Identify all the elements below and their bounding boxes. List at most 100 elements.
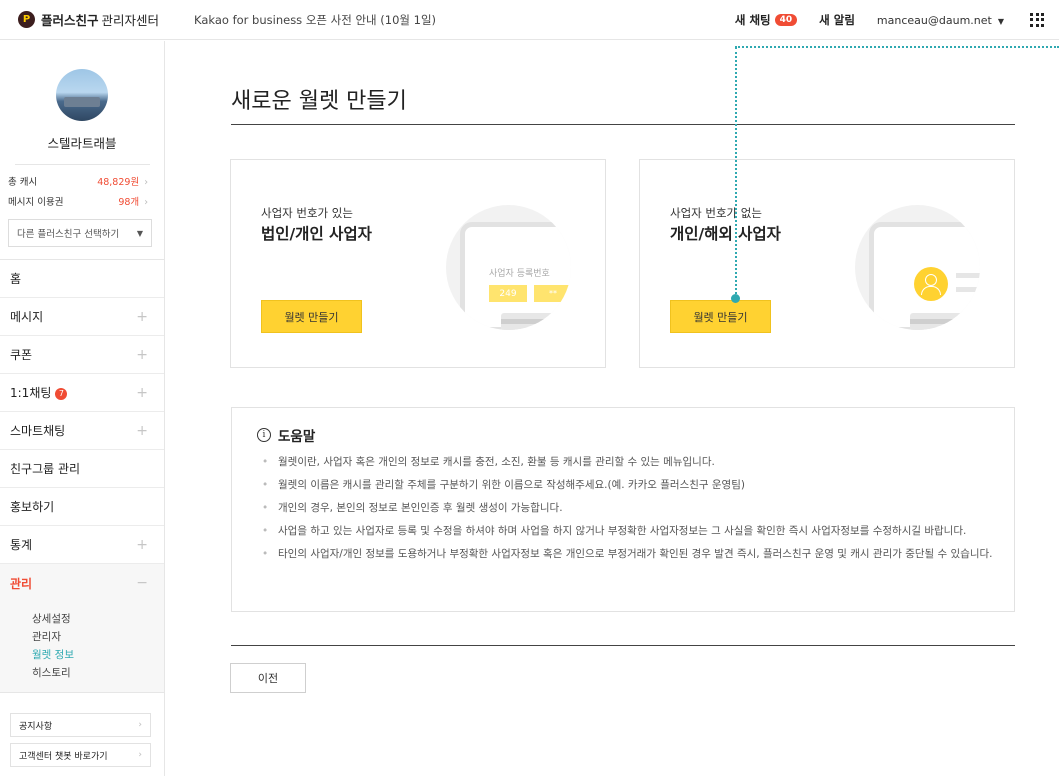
profile: 스텔라트래블	[0, 41, 164, 152]
sidebar-item-label: 관리	[10, 576, 33, 591]
guide-connector-dot	[731, 294, 740, 303]
minus-icon: −	[136, 575, 148, 591]
sidebar-item-label: 친구그룹 관리	[10, 462, 81, 476]
sidebar: 스텔라트래블 총 캐시 48,829원 › 메시지 이용권 98개 › 다른 플러스…	[0, 41, 165, 776]
link-label: 공지사항	[19, 721, 53, 732]
business-registration-illustration-icon: 사업자 등록번호 249 ** ₩	[446, 205, 571, 330]
sidebar-item-label: 스마트채팅	[10, 424, 66, 438]
page-title: 새로운 월렛 만들기	[231, 89, 407, 114]
submenu-item-detail-settings[interactable]: 상세설정	[32, 610, 164, 628]
wallet-type-card-business: 사업자 번호가 있는 법인/개인 사업자 월렛 만들기 사업자 등록번호 249…	[230, 159, 606, 368]
friend-select-label: 다른 플러스친구 선택하기	[17, 229, 120, 240]
avatar[interactable]	[56, 69, 108, 121]
new-chat-label: 새 채팅	[734, 13, 771, 27]
chevron-right-icon: ›	[144, 177, 148, 188]
plus-icon: +	[136, 308, 148, 325]
manage-submenu: 상세설정 관리자 월렛 정보 히스토리	[0, 602, 164, 693]
sidebar-item-label: 홈	[10, 272, 22, 286]
stat-label: 총 캐시	[8, 177, 38, 188]
help-item: 월렛이란, 사업자 혹은 개인의 정보로 캐시를 충전, 소진, 환불 등 캐시…	[262, 454, 1002, 470]
sidebar-item-chat[interactable]: 1:1채팅 7 +	[0, 374, 164, 412]
device-frame: ₩	[869, 222, 980, 330]
submenu-item-history[interactable]: 히스토리	[32, 664, 164, 682]
help-header: i 도움말	[257, 425, 315, 445]
new-chat-link[interactable]: 새 채팅 40	[734, 12, 798, 28]
plus-icon: +	[136, 422, 148, 439]
guide-connector-line	[735, 47, 737, 298]
stat-label: 메시지 이용권	[8, 197, 64, 208]
text-line	[956, 287, 980, 292]
sidebar-item-label: 통계	[10, 538, 33, 552]
sidebar-item-friend-group[interactable]: 친구그룹 관리	[0, 450, 164, 488]
brand-name: 플러스친구	[41, 13, 99, 28]
new-alert-link[interactable]: 새 알림	[819, 12, 855, 28]
header-actions: 새 채팅 40 새 알림 manceau@daum.net ▼	[735, 0, 1045, 40]
account-menu[interactable]: manceau@daum.net ▼	[877, 14, 1004, 27]
wallet-type-card-individual: 사업자 번호가 없는 개인/해외 사업자 월렛 만들기 ₩	[639, 159, 1015, 368]
help-title: 도움말	[278, 429, 316, 445]
chevron-right-icon: ›	[138, 720, 142, 730]
guide-connector-line	[735, 46, 1059, 48]
card-subtitle: 사업자 번호가 있는	[261, 206, 353, 220]
device-frame: 사업자 등록번호 249 ** ₩	[460, 222, 571, 330]
sidebar-item-stats[interactable]: 통계 +	[0, 526, 164, 564]
link-label: 고객센터 챗봇 바로가기	[19, 751, 108, 762]
caret-down-icon: ▼	[997, 16, 1004, 26]
text-line	[956, 273, 980, 278]
sidebar-item-label: 쿠폰	[10, 348, 33, 362]
chevron-right-icon: ›	[138, 750, 142, 760]
sidebar-links: 공지사항 › 고객센터 챗봇 바로가기 ›	[10, 713, 151, 767]
account-email: manceau@daum.net	[876, 13, 992, 27]
art-number-field: **	[534, 285, 571, 302]
notice-link[interactable]: Kakao for business 오픈 사전 안내 (10월 1일)	[194, 12, 436, 28]
plus-icon: +	[136, 384, 148, 401]
sidebar-menu: 홈 메시지 + 쿠폰 + 1:1채팅 7 + 스마트채팅 + 친구그룹 관리 홍보…	[0, 259, 164, 693]
won-symbol: ₩	[915, 328, 927, 330]
submenu-item-admins[interactable]: 관리자	[32, 628, 164, 646]
help-item: 월렛의 이름은 캐시를 관리할 주체를 구분하기 위한 이름으로 작성해주세요.…	[262, 477, 1002, 493]
sidebar-item-label: 1:1채팅	[10, 386, 52, 400]
grid-icon[interactable]	[1030, 12, 1045, 28]
help-item: 사업을 하고 있는 사업자로 등록 및 수정을 하셔야 하며 사업을 하지 않거…	[262, 523, 1002, 539]
title-divider	[231, 124, 1015, 125]
friend-select[interactable]: 다른 플러스친구 선택하기 ▼	[8, 219, 152, 247]
sidebar-item-smart-chat[interactable]: 스마트채팅 +	[0, 412, 164, 450]
bottom-divider	[231, 645, 1015, 646]
help-item: 타인의 사업자/개인 정보를 도용하거나 부정확한 사업자정보 혹은 개인으로 …	[262, 546, 1002, 562]
art-number-field: 249	[489, 285, 527, 302]
sidebar-item-promote[interactable]: 홍보하기	[0, 488, 164, 526]
new-chat-count-badge: 40	[774, 14, 798, 26]
card-subtitle: 사업자 번호가 없는	[670, 206, 762, 220]
chevron-right-icon: ›	[144, 197, 148, 208]
sidebar-item-coupon[interactable]: 쿠폰 +	[0, 336, 164, 374]
brand[interactable]: P 플러스친구 관리자센터	[18, 10, 188, 29]
support-chatbot-link[interactable]: 고객센터 챗봇 바로가기 ›	[10, 743, 151, 767]
create-wallet-button[interactable]: 월렛 만들기	[670, 300, 771, 333]
stat-value: 98개	[118, 197, 140, 208]
sidebar-item-message[interactable]: 메시지 +	[0, 298, 164, 336]
notice-board-link[interactable]: 공지사항 ›	[10, 713, 151, 737]
credit-card-icon: ₩	[501, 313, 555, 330]
help-list: 월렛이란, 사업자 혹은 개인의 정보로 캐시를 충전, 소진, 환불 등 캐시…	[262, 454, 1002, 569]
stat-cash[interactable]: 총 캐시 48,829원 ›	[0, 175, 164, 188]
caret-down-icon: ▼	[136, 228, 143, 238]
stat-message-voucher[interactable]: 메시지 이용권 98개 ›	[0, 195, 164, 208]
create-wallet-button[interactable]: 월렛 만들기	[261, 300, 362, 333]
card-title: 법인/개인 사업자	[261, 225, 372, 243]
sidebar-item-manage[interactable]: 관리 −	[0, 564, 164, 602]
sidebar-item-label: 메시지	[10, 310, 44, 324]
chat-count-badge: 7	[55, 387, 68, 400]
sidebar-item-home[interactable]: 홈	[0, 260, 164, 298]
credit-card-icon: ₩	[910, 313, 964, 330]
prev-button[interactable]: 이전	[230, 663, 306, 693]
submenu-item-wallet-info[interactable]: 월렛 정보	[32, 646, 164, 664]
plus-icon: +	[136, 536, 148, 553]
sidebar-item-label: 홍보하기	[10, 500, 55, 514]
plus-icon: +	[136, 346, 148, 363]
person-icon	[914, 267, 948, 301]
help-box: i 도움말 월렛이란, 사업자 혹은 개인의 정보로 캐시를 충전, 소진, 환…	[231, 407, 1015, 612]
profile-name: 스텔라트래블	[47, 136, 117, 151]
help-item: 개인의 경우, 본인의 정보로 본인인증 후 월렛 생성이 가능합니다.	[262, 500, 1002, 516]
info-icon: i	[257, 428, 271, 442]
personal-id-illustration-icon: ₩	[855, 205, 980, 330]
